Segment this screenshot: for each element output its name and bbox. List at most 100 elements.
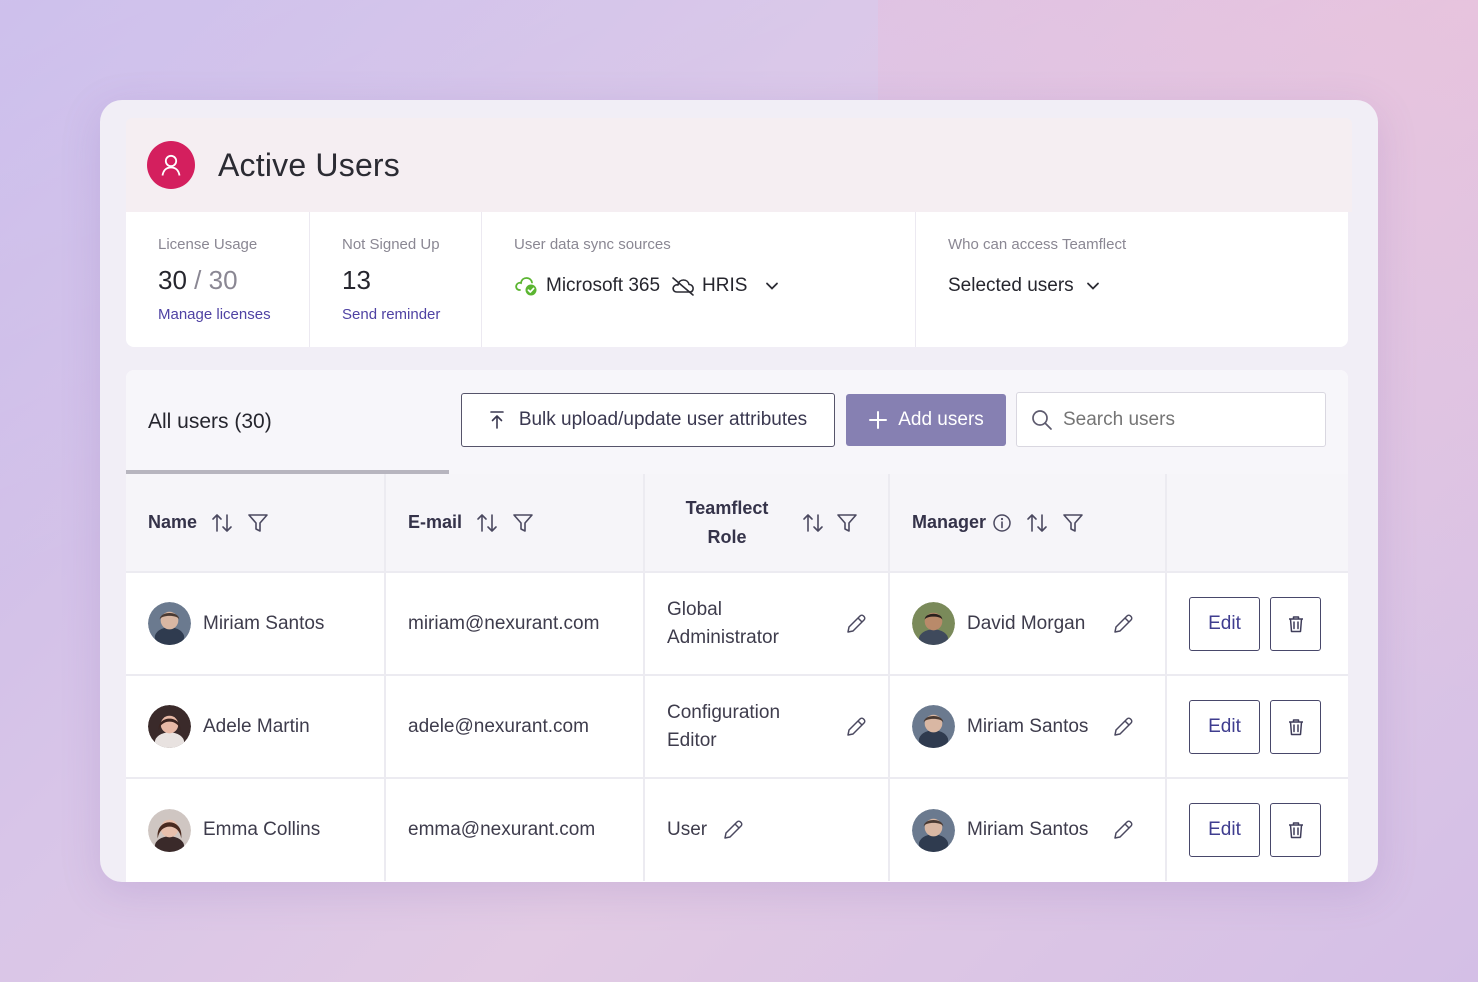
table-row: Adele Martin adele@nexurant.com Configur… <box>126 674 1348 778</box>
pencil-icon[interactable] <box>1111 612 1135 636</box>
info-icon[interactable] <box>992 513 1012 533</box>
tab-underline <box>126 470 449 474</box>
sort-icon[interactable] <box>211 512 233 534</box>
role-line2: Editor <box>667 729 717 751</box>
hris-source: HRIS <box>670 275 747 297</box>
cell-role: Configuration Editor <box>644 674 890 778</box>
chevron-down-icon <box>1086 282 1099 290</box>
trash-icon <box>1288 822 1303 839</box>
column-email: E-mail <box>385 474 645 572</box>
manager-name: Miriam Santos <box>967 819 1089 840</box>
cell-name: Adele Martin <box>126 674 386 778</box>
pencil-icon[interactable] <box>844 715 868 739</box>
page-header: Active Users <box>126 118 1352 212</box>
filter-icon[interactable] <box>1062 512 1084 534</box>
upload-icon <box>490 411 504 429</box>
sort-icon[interactable] <box>476 512 498 534</box>
column-actions <box>1166 474 1348 572</box>
cell-name: Emma Collins <box>126 777 386 881</box>
cell-actions: Edit <box>1166 674 1348 778</box>
delete-button[interactable] <box>1270 596 1321 651</box>
delete-button[interactable] <box>1270 803 1321 857</box>
column-name: Name <box>126 474 386 572</box>
column-manager: Manager <box>889 474 1167 572</box>
pencil-icon[interactable] <box>1111 818 1135 842</box>
license-total: 30 <box>208 265 238 295</box>
bulk-upload-label: Bulk upload/update user attributes <box>518 409 808 430</box>
edit-button[interactable]: Edit <box>1189 596 1260 651</box>
cell-actions: Edit <box>1166 777 1348 881</box>
filter-icon[interactable] <box>512 512 534 534</box>
access-value: Selected users <box>948 275 1074 296</box>
manage-licenses-link[interactable]: Manage licenses <box>158 306 271 323</box>
column-manager-label: Manager <box>912 512 987 532</box>
avatar <box>148 705 191 748</box>
column-role-label-line1: Teamflect <box>685 497 769 518</box>
manager-name: David Morgan <box>967 612 1086 634</box>
filter-icon[interactable] <box>836 512 858 534</box>
user-name: Emma Collins <box>203 819 321 840</box>
cloud-off-icon <box>672 277 694 296</box>
pencil-icon[interactable] <box>1111 715 1135 739</box>
cell-email: adele@nexurant.com <box>385 674 645 778</box>
edit-button[interactable]: Edit <box>1189 699 1260 754</box>
avatar <box>148 602 191 645</box>
active-users-panel: Active Users License Usage 30 / 30 Manag… <box>100 100 1378 882</box>
table-header-row: Name E-mail Teamflect Role Manager <box>126 474 1348 572</box>
column-role-label: Teamflect Role <box>667 494 787 552</box>
column-name-label: Name <box>148 512 198 532</box>
search-box[interactable] <box>1016 392 1326 447</box>
role-line2: Administrator <box>667 626 779 648</box>
add-users-label: Add users <box>898 409 984 430</box>
table-row: Emma Collins emma@nexurant.com User Miri… <box>126 777 1348 881</box>
search-input[interactable] <box>1063 408 1303 431</box>
users-table: Name E-mail Teamflect Role Manager Miria… <box>126 474 1348 881</box>
access-dropdown[interactable]: Selected users <box>948 275 1316 297</box>
trash-icon <box>1288 615 1303 632</box>
license-usage-value: 30 / 30 <box>158 265 277 296</box>
microsoft-365-source: Microsoft 365 <box>514 275 660 297</box>
sync-sources-label: User data sync sources <box>514 236 671 253</box>
users-toolbar: All users (30) Bulk upload/update user a… <box>126 370 1348 474</box>
stats-bar: License Usage 30 / 30 Manage licenses No… <box>126 212 1348 347</box>
license-separator: / <box>194 265 202 295</box>
bulk-upload-button[interactable]: Bulk upload/update user attributes <box>461 393 835 447</box>
pencil-icon[interactable] <box>844 612 868 636</box>
cell-manager: Miriam Santos <box>889 777 1167 881</box>
not-signed-up-label: Not Signed Up <box>342 236 440 253</box>
manager-name: Miriam Santos <box>967 715 1089 737</box>
sync-sources-dropdown[interactable]: Microsoft 365 HRIS <box>514 275 883 297</box>
column-role: Teamflect Role <box>644 474 890 572</box>
access-label: Who can access Teamflect <box>948 236 1127 253</box>
not-signed-up-stat: Not Signed Up 13 Send reminder <box>310 212 482 347</box>
tab-all-users[interactable]: All users (30) <box>148 410 272 434</box>
role-line1: Configuration <box>667 701 781 723</box>
sort-icon[interactable] <box>1026 512 1048 534</box>
column-role-label-line2: Role <box>707 526 747 547</box>
sync-sources-stat: User data sync sources Microsoft 365 HRI… <box>482 212 916 347</box>
avatar <box>912 602 955 645</box>
pencil-icon[interactable] <box>721 818 745 842</box>
user-name: Miriam Santos <box>203 612 325 634</box>
license-usage-label: License Usage <box>158 236 258 253</box>
table-row: Miriam Santos miriam@nexurant.com Global… <box>126 571 1348 675</box>
cell-manager: David Morgan <box>889 571 1167 675</box>
chevron-down-icon <box>766 282 779 290</box>
microsoft-365-label: Microsoft 365 <box>546 275 661 296</box>
hris-label: HRIS <box>702 275 748 296</box>
sort-icon[interactable] <box>802 512 824 534</box>
avatar <box>912 705 955 748</box>
send-reminder-link[interactable]: Send reminder <box>342 306 440 323</box>
user-name: Adele Martin <box>203 715 310 737</box>
avatar <box>148 808 191 852</box>
plus-icon <box>869 411 888 429</box>
avatar <box>912 808 955 852</box>
filter-icon[interactable] <box>247 512 269 534</box>
column-email-label: E-mail <box>408 512 463 532</box>
add-users-button[interactable]: Add users <box>846 394 1006 446</box>
cell-role: User <box>644 777 890 881</box>
edit-button[interactable]: Edit <box>1189 803 1260 857</box>
trash-icon <box>1288 718 1303 735</box>
user-icon <box>147 141 195 189</box>
delete-button[interactable] <box>1270 699 1321 754</box>
